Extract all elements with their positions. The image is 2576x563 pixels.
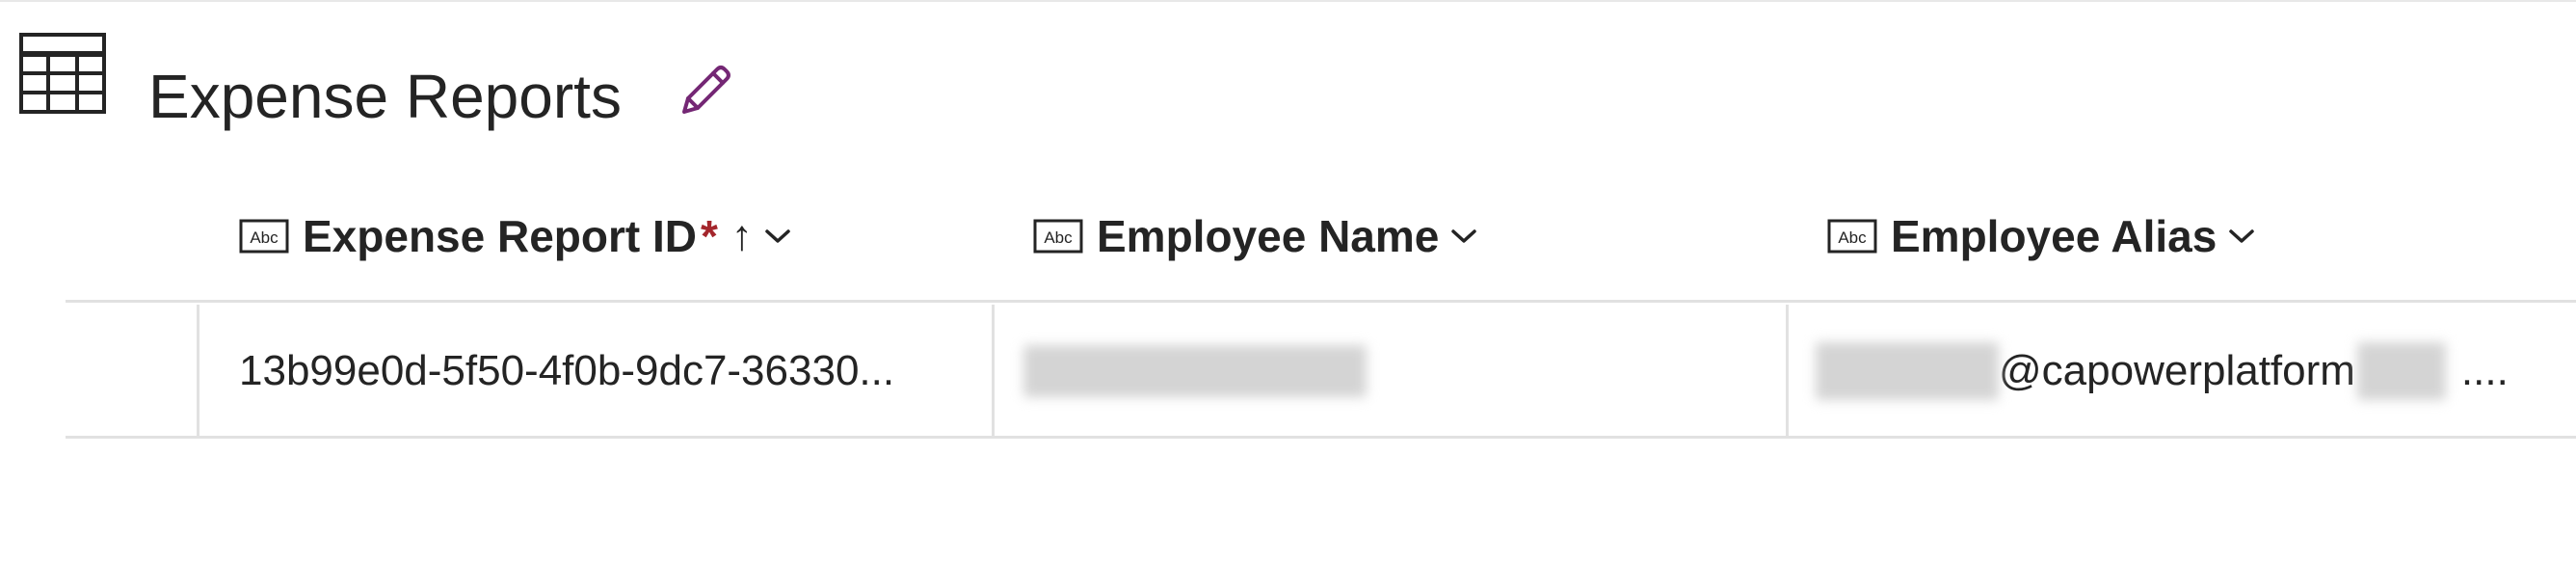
redacted-alias-domain [2356, 342, 2446, 400]
svg-text:Abc: Abc [1838, 228, 1867, 247]
svg-text:Abc: Abc [250, 228, 279, 247]
header-divider [66, 300, 2576, 303]
cell-employee-name[interactable] [1023, 305, 1367, 438]
column-header-employee-alias[interactable]: Abc Employee Alias [1827, 202, 2255, 270]
alias-truncation: .... [2460, 347, 2509, 394]
column-divider [992, 305, 995, 438]
column-divider [197, 305, 199, 438]
redacted-alias-prefix [1816, 342, 1999, 400]
column-label: Employee Alias [1891, 211, 2217, 261]
chevron-down-icon[interactable] [1450, 227, 1477, 246]
chevron-down-icon[interactable] [2228, 227, 2255, 246]
required-marker: * [701, 211, 718, 261]
text-field-icon: Abc [1827, 219, 1877, 254]
svg-text:Abc: Abc [1044, 228, 1073, 247]
column-header-employee-name[interactable]: Abc Employee Name [1033, 202, 1477, 270]
text-field-icon: Abc [1033, 219, 1083, 254]
column-label: Employee Name [1097, 211, 1440, 261]
page-title: Expense Reports [148, 62, 622, 131]
redacted-employee-name [1023, 345, 1367, 397]
column-divider [1786, 305, 1789, 438]
text-field-icon: Abc [239, 219, 289, 254]
chevron-down-icon[interactable] [764, 227, 791, 246]
table-icon [19, 33, 106, 114]
column-label: Expense Report ID [303, 211, 697, 261]
edit-icon[interactable] [675, 60, 736, 121]
cell-employee-alias[interactable]: @capowerplatform .... [1816, 305, 2509, 438]
top-divider [0, 0, 2576, 2]
column-header-expense-report-id[interactable]: Abc Expense Report ID * ↑ [239, 202, 791, 270]
cell-expense-report-id[interactable]: 13b99e0d-5f50-4f0b-9dc7-36330... [239, 305, 894, 438]
alias-domain-text: @capowerplatform [1999, 347, 2355, 394]
sort-ascending-icon: ↑ [730, 212, 753, 259]
